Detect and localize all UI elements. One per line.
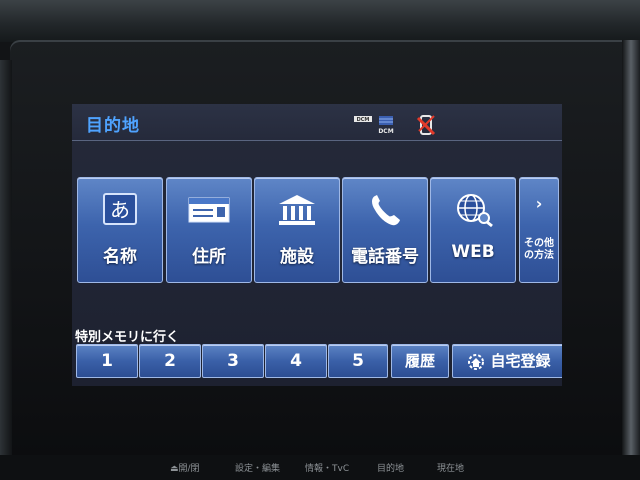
dcm-signal-icon: DCM <box>378 116 394 135</box>
other-methods-line2: の方法 <box>524 250 554 261</box>
category-web-label: WEB <box>451 242 495 262</box>
dashboard-top <box>0 0 640 42</box>
history-button[interactable]: 履歴 <box>391 344 449 378</box>
category-facility-button[interactable]: 施設 <box>254 177 340 283</box>
memory-button-1[interactable]: 1 <box>76 344 138 378</box>
category-name-label: 名称 <box>103 247 137 267</box>
other-methods-label: その他 の方法 <box>520 238 558 262</box>
category-address-button[interactable]: 住所 <box>166 177 252 283</box>
category-name-button[interactable]: あ 名称 <box>77 177 163 283</box>
hw-open-close-button[interactable]: ⏏開/閉 <box>170 461 200 474</box>
dcm-large-label: DCM <box>378 128 393 135</box>
hw-current-location-button[interactable]: 現在地 <box>437 461 464 474</box>
svg-text:あ: あ <box>110 198 130 222</box>
hw-settings-button[interactable]: 設定・編集 <box>235 461 280 474</box>
page-title: 目的地 <box>86 116 140 136</box>
bezel-left-edge <box>0 60 12 480</box>
screen-header: 目的地 DCM DCM <box>72 104 562 141</box>
phone-icon <box>372 195 400 226</box>
memory-button-2[interactable]: 2 <box>139 344 201 378</box>
memory-button-5[interactable]: 5 <box>328 344 388 378</box>
dcm-small-label: DCM <box>357 117 370 123</box>
hw-destination-button[interactable]: 目的地 <box>377 461 404 474</box>
hiragana-a-icon: あ <box>103 193 137 225</box>
home-register-button[interactable]: 自宅登録 <box>452 344 562 378</box>
address-card-icon <box>188 197 230 223</box>
category-facility-label: 施設 <box>280 247 314 267</box>
facility-building-icon <box>279 195 315 225</box>
globe-search-icon <box>457 194 493 228</box>
bezel-edge <box>622 40 640 480</box>
category-address-label: 住所 <box>192 247 226 267</box>
category-web-button[interactable]: WEB <box>430 177 516 283</box>
dcm-icon: DCM <box>354 116 372 123</box>
home-gear-icon <box>468 353 485 370</box>
navigation-screen: 目的地 DCM DCM あ 名称 住所 施設 電話番号 WEB › その他 の方… <box>72 104 562 386</box>
phone-disconnected-icon <box>416 115 436 136</box>
chevron-right-icon: › <box>535 194 543 213</box>
category-phone-label: 電話番号 <box>351 247 419 267</box>
category-phone-button[interactable]: 電話番号 <box>342 177 428 283</box>
other-methods-line1: その他 <box>524 238 554 249</box>
hw-info-button[interactable]: 情報・TvC <box>305 461 349 474</box>
memory-button-4[interactable]: 4 <box>265 344 327 378</box>
memory-section-label: 特別メモリに行く <box>75 330 180 345</box>
other-methods-button[interactable]: › その他 の方法 <box>519 177 559 283</box>
memory-button-3[interactable]: 3 <box>202 344 264 378</box>
home-register-label: 自宅登録 <box>490 352 551 370</box>
